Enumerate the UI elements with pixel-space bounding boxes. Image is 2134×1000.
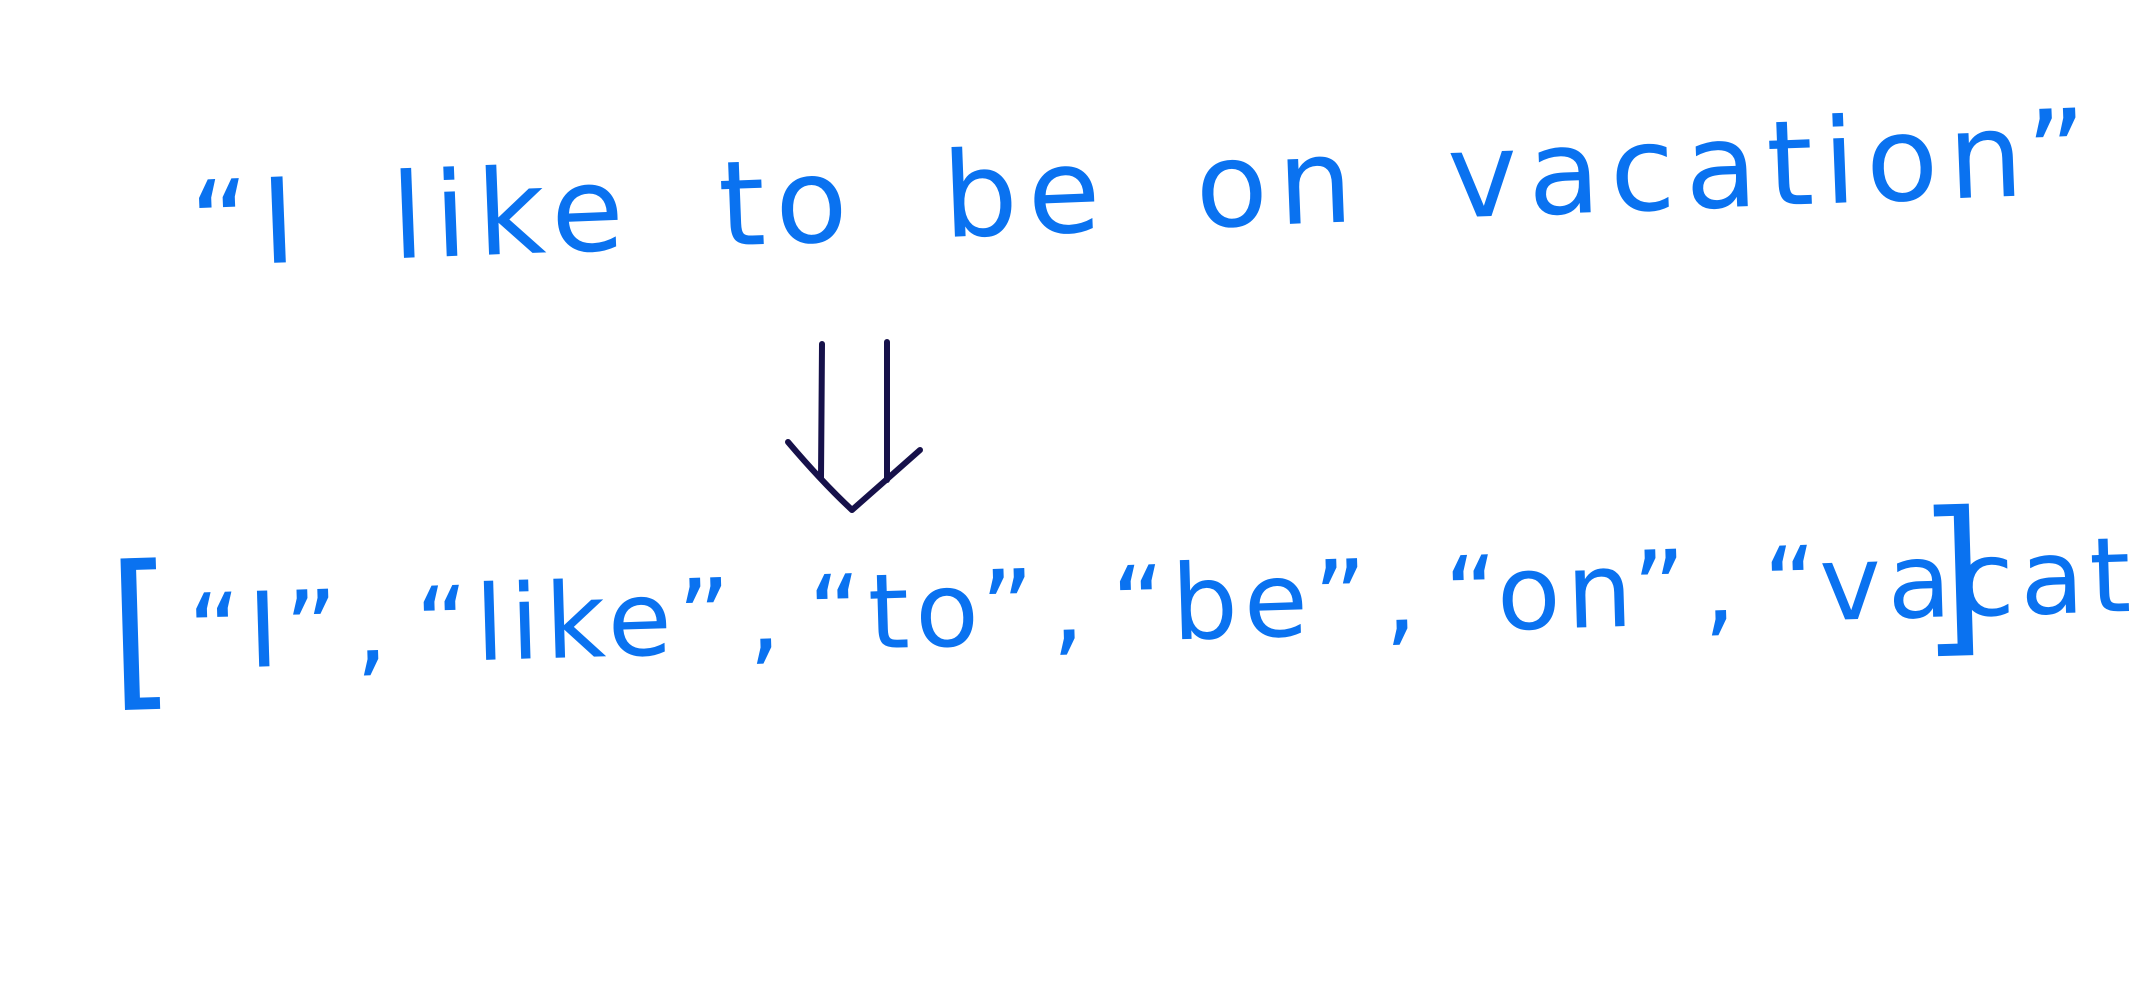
close-bracket: ] — [1916, 475, 1989, 676]
token-item: “be” — [1110, 536, 1376, 667]
input-sentence: “I like to be on vacation” — [187, 82, 2101, 294]
token-item: “I” — [186, 567, 347, 694]
token-item: “like” — [413, 555, 740, 687]
token-separator: , — [1700, 525, 1738, 649]
token-items: “I”, “like”, “to”, “be”, “on”, “vacation” — [186, 503, 2134, 698]
token-separator: , — [1049, 545, 1086, 668]
token-item: “on” — [1442, 527, 1695, 657]
arrow-shaft-left — [818, 341, 825, 481]
double-down-arrow-icon — [785, 339, 923, 513]
token-item: “to” — [806, 546, 1043, 676]
token-separator: , — [745, 554, 783, 677]
token-list: [ “I”, “like”, “to”, “be”, “on”, “vacation” ] — [105, 475, 2134, 730]
token-separator: , — [1381, 535, 1419, 659]
open-bracket: [ — [105, 529, 178, 729]
token-separator: , — [352, 565, 390, 689]
arrow-head — [785, 439, 923, 513]
diagram-canvas: “I like to be on vacation” [ “I”, “like”,… — [0, 0, 2134, 1000]
